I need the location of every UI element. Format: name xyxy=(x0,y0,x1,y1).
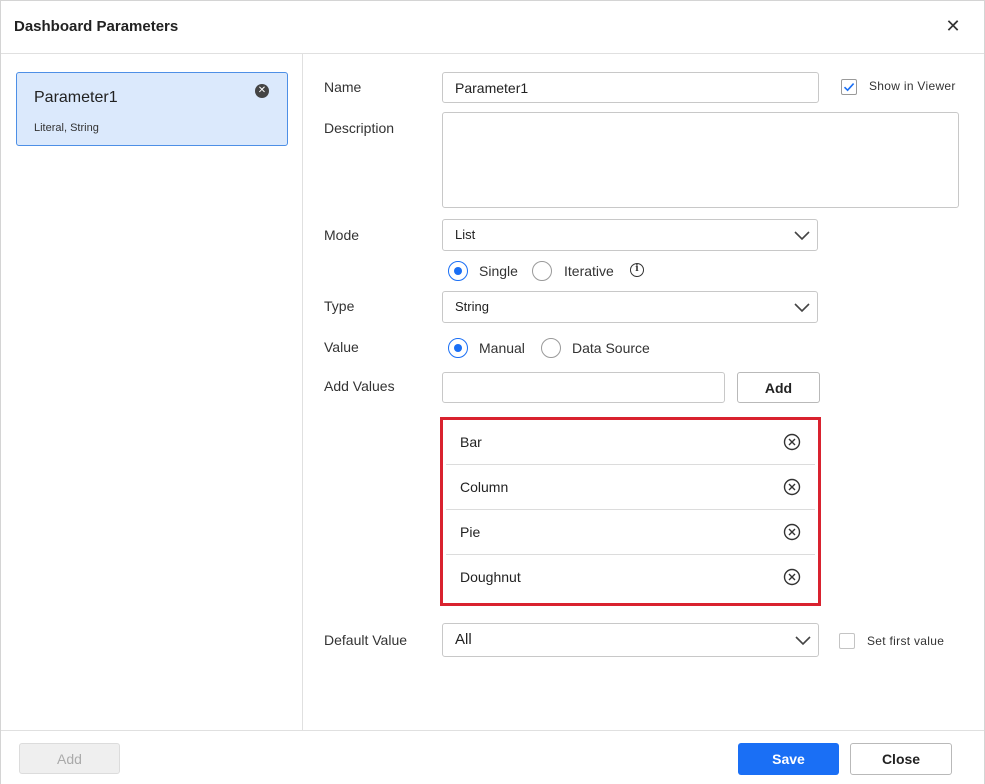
chevron-down-icon xyxy=(794,231,810,241)
remove-circle-icon[interactable]: ✕ xyxy=(255,84,269,98)
data-source-radio-label: Data Source xyxy=(572,340,650,356)
parameter-item-subtitle: Literal, String xyxy=(34,122,99,134)
chevron-down-icon xyxy=(795,636,811,646)
info-icon[interactable]: i xyxy=(630,263,644,277)
type-dropdown[interactable]: String xyxy=(442,291,818,323)
dialog-header: Dashboard Parameters ✕ xyxy=(1,1,984,54)
mode-dropdown-value: List xyxy=(455,227,476,242)
mode-dropdown[interactable]: List xyxy=(442,219,818,251)
close-button[interactable]: Close xyxy=(850,743,952,775)
list-item-label: Bar xyxy=(460,434,482,450)
remove-circle-icon[interactable] xyxy=(783,433,801,451)
remove-circle-icon[interactable] xyxy=(783,523,801,541)
set-first-value-checkbox[interactable] xyxy=(839,633,855,649)
check-icon xyxy=(843,83,855,92)
values-list: Bar Column Pie Doughnut xyxy=(440,417,821,606)
close-icon[interactable]: ✕ xyxy=(942,15,964,37)
add-values-label: Add Values xyxy=(324,378,395,394)
list-item[interactable]: Bar xyxy=(446,420,815,465)
show-in-viewer-label: Show in Viewer xyxy=(869,79,956,93)
list-item[interactable]: Pie xyxy=(446,510,815,555)
description-textarea[interactable] xyxy=(442,112,959,208)
default-value-label: Default Value xyxy=(324,632,408,648)
dialog-footer: Add Save Close xyxy=(1,730,984,784)
save-button[interactable]: Save xyxy=(738,743,839,775)
add-parameter-button[interactable]: Add xyxy=(19,743,120,774)
add-value-button[interactable]: Add xyxy=(737,372,820,403)
name-label: Name xyxy=(324,79,362,95)
show-in-viewer-checkbox[interactable] xyxy=(841,79,857,95)
list-item-label: Column xyxy=(460,479,509,495)
list-item-label: Doughnut xyxy=(460,569,521,585)
remove-circle-icon[interactable] xyxy=(783,568,801,586)
chevron-down-icon xyxy=(794,303,810,313)
type-label: Type xyxy=(324,298,355,314)
value-label: Value xyxy=(324,339,359,355)
default-value-dropdown-value: All xyxy=(455,631,472,648)
parameter-form: Name Show in Viewer Description Mode Lis… xyxy=(304,54,984,730)
parameter-item[interactable]: Parameter1 Literal, String ✕ xyxy=(16,72,288,146)
parameter-list-panel: Parameter1 Literal, String ✕ xyxy=(1,54,303,730)
iterative-radio-label: Iterative xyxy=(564,263,614,279)
mode-label: Mode xyxy=(324,227,360,243)
set-first-value-label: Set first value xyxy=(867,634,945,648)
list-item[interactable]: Doughnut xyxy=(446,555,815,600)
manual-radio-label: Manual xyxy=(479,340,525,356)
remove-circle-icon[interactable] xyxy=(783,478,801,496)
dashboard-parameters-dialog: Dashboard Parameters ✕ Parameter1 Litera… xyxy=(0,0,985,784)
manual-radio[interactable] xyxy=(448,338,468,358)
single-radio-label: Single xyxy=(479,263,518,279)
name-input[interactable] xyxy=(442,72,819,103)
list-item[interactable]: Column xyxy=(446,465,815,510)
dialog-title: Dashboard Parameters xyxy=(14,18,179,35)
iterative-radio[interactable] xyxy=(532,261,552,281)
list-item-label: Pie xyxy=(460,524,481,540)
single-radio[interactable] xyxy=(448,261,468,281)
data-source-radio[interactable] xyxy=(541,338,561,358)
parameter-item-name: Parameter1 xyxy=(34,89,118,106)
type-dropdown-value: String xyxy=(455,299,489,314)
description-label: Description xyxy=(324,120,395,136)
add-values-input[interactable] xyxy=(442,372,725,403)
default-value-dropdown[interactable]: All xyxy=(442,623,819,657)
